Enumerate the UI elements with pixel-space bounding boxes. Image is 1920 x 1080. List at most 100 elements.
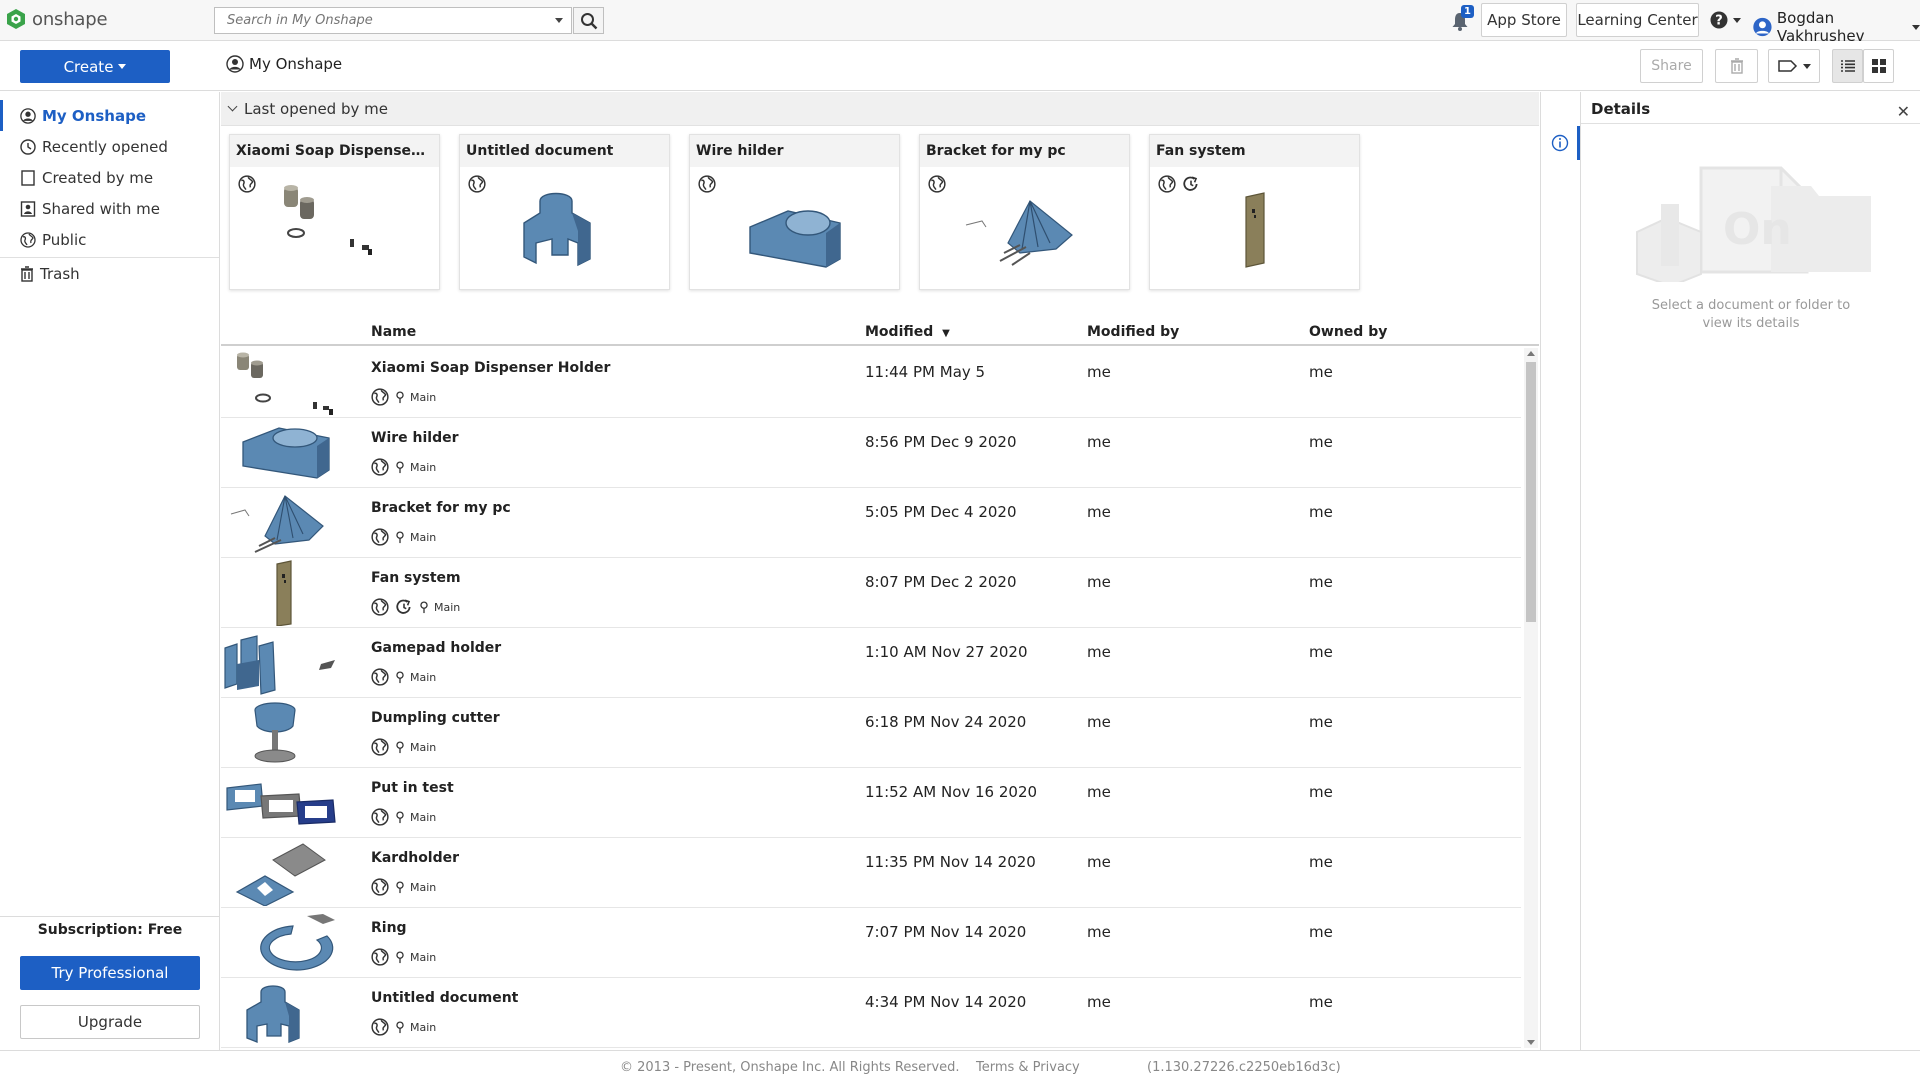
table-row[interactable]: Untitled document Main 4:34 PM Nov 14 20… <box>221 978 1521 1048</box>
document-name[interactable]: Put in test <box>371 780 454 796</box>
owned-by: me <box>1309 643 1333 661</box>
globe-icon <box>928 175 946 193</box>
document-thumbnail <box>260 914 335 971</box>
globe-icon <box>371 738 389 756</box>
document-name[interactable]: Dumpling cutter <box>371 710 500 726</box>
search-button[interactable] <box>573 7 604 34</box>
user-menu[interactable]: Bogdan Vakhrushev <box>1752 9 1920 45</box>
divider <box>0 916 220 917</box>
modified-by: me <box>1087 923 1111 941</box>
sort-descending-icon: ▼ <box>942 328 950 339</box>
owned-by: me <box>1309 573 1333 591</box>
document-thumbnail <box>235 843 326 906</box>
branch-label: Main <box>410 810 437 824</box>
breadcrumb: My Onshape <box>226 55 342 73</box>
list-view-button[interactable] <box>1832 49 1863 83</box>
sidebar-item-shared-with-me[interactable]: Shared with me <box>0 193 219 224</box>
search-scope-dropdown-icon[interactable] <box>555 18 563 23</box>
search-input[interactable] <box>215 8 535 33</box>
modified-by: me <box>1087 433 1111 451</box>
recent-card[interactable]: Fan system <box>1149 134 1360 290</box>
document-name[interactable]: Wire hilder <box>371 430 459 446</box>
sidebar-item-created-by-me[interactable]: Created by me <box>0 162 219 193</box>
document-name[interactable]: Ring <box>371 920 407 936</box>
table-row[interactable]: Put in test Main 11:52 AM Nov 16 2020 me… <box>221 768 1521 838</box>
sidebar-item-public[interactable]: Public <box>0 224 219 255</box>
document-name[interactable]: Untitled document <box>371 990 518 1006</box>
share-button[interactable]: Share <box>1640 49 1703 83</box>
document-thumbnail <box>276 560 292 626</box>
table-row[interactable]: Ring Main 7:07 PM Nov 14 2020 me me <box>221 908 1521 978</box>
table-row[interactable]: Dumpling cutter Main 6:18 PM Nov 24 2020… <box>221 698 1521 768</box>
globe-icon <box>371 808 389 826</box>
document-name[interactable]: Xiaomi Soap Dispenser Holder <box>371 360 610 376</box>
list-view-icon <box>1840 60 1855 72</box>
info-icon[interactable] <box>1551 134 1569 152</box>
recent-card[interactable]: Bracket for my pc <box>919 134 1130 290</box>
recent-card[interactable]: Untitled document <box>459 134 670 290</box>
details-empty-message-line2: view its details <box>1702 316 1800 331</box>
app-store-button[interactable]: App Store <box>1481 3 1567 37</box>
column-modified-by[interactable]: Modified by <box>1087 324 1179 340</box>
sidebar-item-recently-opened[interactable]: Recently opened <box>0 131 219 162</box>
modified-by: me <box>1087 993 1111 1011</box>
recent-card[interactable]: Wire hilder <box>689 134 900 290</box>
create-button[interactable]: Create <box>20 50 170 83</box>
table-scrollbar[interactable] <box>1524 348 1538 1048</box>
details-header: Details ✕ <box>1581 92 1920 124</box>
document-meta: Main <box>371 808 436 826</box>
delete-button[interactable] <box>1715 49 1758 83</box>
help-menu[interactable]: ? <box>1710 11 1741 29</box>
user-avatar-icon <box>1753 17 1772 37</box>
document-name[interactable]: Gamepad holder <box>371 640 501 656</box>
table-row[interactable]: Fan system Main 8:07 PM Dec 2 2020 me me <box>221 558 1521 628</box>
table-row[interactable]: Bracket for my pc Main 5:05 PM Dec 4 202… <box>221 488 1521 558</box>
recent-section-header[interactable]: Last opened by me <box>221 92 1539 126</box>
recent-section-title: Last opened by me <box>244 99 388 118</box>
terms-link[interactable]: Terms & Privacy <box>976 1060 1080 1075</box>
details-empty-message: Select a document or folder to view its … <box>1581 297 1920 333</box>
scroll-up-icon[interactable] <box>1527 351 1535 356</box>
sidebar-item-label: Recently opened <box>42 137 168 156</box>
recent-card[interactable]: Xiaomi Soap Dispenser Hol... <box>229 134 440 290</box>
learning-center-button[interactable]: Learning Center <box>1576 3 1699 37</box>
column-owned-by[interactable]: Owned by <box>1309 324 1387 340</box>
scroll-down-icon[interactable] <box>1527 1040 1535 1045</box>
close-icon[interactable]: ✕ <box>1897 102 1910 121</box>
document-name[interactable]: Bracket for my pc <box>371 500 511 516</box>
svg-text:On: On <box>1723 204 1792 255</box>
branch-label: Main <box>410 530 437 544</box>
branch-pin-icon <box>395 741 405 754</box>
table-row[interactable]: Gamepad holder Main 1:10 AM Nov 27 2020 … <box>221 628 1521 698</box>
document-name[interactable]: Fan system <box>371 570 461 586</box>
onshape-logo[interactable]: onshape <box>6 8 108 30</box>
branch-pin-icon <box>395 811 405 824</box>
tag-icon <box>1777 60 1797 72</box>
try-professional-button[interactable]: Try Professional <box>20 956 200 990</box>
card-title: Untitled document <box>460 135 669 167</box>
branch-pin-icon <box>395 461 405 474</box>
modified-by: me <box>1087 643 1111 661</box>
column-name[interactable]: Name <box>371 324 416 340</box>
globe-icon <box>371 458 389 476</box>
label-button[interactable] <box>1768 49 1820 83</box>
branch-pin-icon <box>395 391 405 404</box>
modified-by: me <box>1087 783 1111 801</box>
upgrade-button[interactable]: Upgrade <box>20 1005 200 1039</box>
sidebar-item-trash[interactable]: Trash <box>0 258 219 289</box>
document-name[interactable]: Kardholder <box>371 850 459 866</box>
globe-icon <box>371 948 389 966</box>
document-thumbnail <box>965 200 1073 266</box>
column-modified[interactable]: Modified ▼ <box>865 324 950 340</box>
grid-view-button[interactable] <box>1863 49 1894 83</box>
globe-icon <box>371 1018 389 1036</box>
table-row[interactable]: Kardholder Main 11:35 PM Nov 14 2020 me … <box>221 838 1521 908</box>
globe-icon <box>371 528 389 546</box>
branch-pin-icon <box>419 601 429 614</box>
scrollbar-thumb[interactable] <box>1526 362 1536 622</box>
globe-icon <box>238 175 256 193</box>
table-row[interactable]: Wire hilder Main 8:56 PM Dec 9 2020 me m… <box>221 418 1521 488</box>
table-row[interactable]: Xiaomi Soap Dispenser Holder Main 11:44 … <box>221 348 1521 418</box>
sidebar-item-my-onshape[interactable]: My Onshape <box>0 100 219 131</box>
search-box[interactable] <box>214 7 572 34</box>
